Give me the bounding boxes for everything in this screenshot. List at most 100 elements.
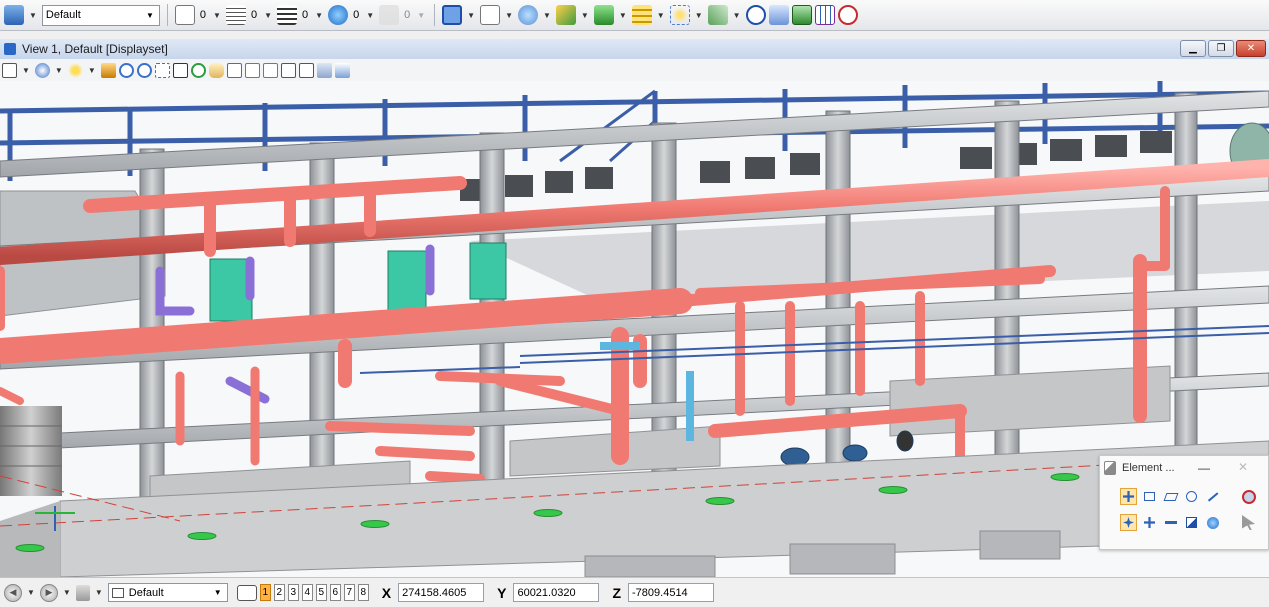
deselect-button[interactable] — [1240, 514, 1257, 531]
clip-volume-icon[interactable] — [298, 62, 314, 78]
pencil-dropdown[interactable]: ▼ — [733, 11, 741, 20]
individual-select-button[interactable] — [1120, 488, 1137, 505]
attributes-dropdown[interactable]: ▼ — [29, 11, 37, 20]
star-burst-dropdown[interactable]: ▼ — [695, 11, 703, 20]
pan-view-icon[interactable] — [208, 62, 224, 78]
add-mode-button[interactable] — [1141, 514, 1158, 531]
restore-button[interactable]: ❐ — [1208, 40, 1234, 57]
toggle-icon[interactable] — [791, 5, 812, 25]
block-select-button[interactable] — [1141, 488, 1158, 505]
arrow-pointer-icon — [1242, 515, 1255, 530]
view-attributes-dropdown[interactable]: ▼ — [22, 66, 30, 75]
color-icon[interactable] — [174, 5, 195, 25]
view-7-button[interactable]: 7 — [343, 584, 355, 601]
color-count: 0 — [199, 9, 207, 21]
view-groups-icon[interactable] — [236, 584, 257, 601]
back-button[interactable]: ◀ — [4, 583, 22, 602]
view-2-button[interactable]: 2 — [273, 584, 285, 601]
3d-viewport[interactable] — [0, 81, 1269, 577]
view-next-icon[interactable] — [262, 62, 278, 78]
document-dropdown[interactable]: ▼ — [505, 11, 513, 20]
display-style-dropdown[interactable]: ▼ — [55, 66, 63, 75]
view-5-button[interactable]: 5 — [315, 584, 327, 601]
new-mode-button[interactable] — [1120, 514, 1137, 531]
brush-dropdown[interactable]: ▼ — [95, 588, 103, 597]
close-button[interactable]: ✕ — [1236, 40, 1266, 57]
info-icon[interactable] — [745, 5, 766, 25]
rotate-view-icon[interactable] — [190, 62, 206, 78]
brush-icon[interactable] — [75, 584, 90, 601]
clear-selection-button[interactable] — [1240, 488, 1257, 505]
forward-button[interactable]: ▶ — [39, 583, 58, 602]
view-1-button[interactable]: 1 — [259, 584, 271, 601]
lighting-dropdown[interactable]: ▼ — [88, 66, 96, 75]
transparency-icon[interactable] — [328, 5, 349, 25]
line-weight-dropdown[interactable]: ▼ — [315, 11, 323, 20]
panel-minimize-button[interactable]: — — [1198, 461, 1210, 475]
grid-icon[interactable] — [814, 5, 835, 25]
parallelogram-icon — [1163, 492, 1178, 501]
raster-dropdown[interactable]: ▼ — [581, 11, 589, 20]
document-icon[interactable] — [480, 5, 501, 25]
attributes-icon[interactable] — [4, 5, 24, 25]
transparency-dropdown[interactable]: ▼ — [366, 11, 374, 20]
references-dropdown[interactable]: ▼ — [543, 11, 551, 20]
y-coordinate-field[interactable]: 60021.0320 — [513, 583, 600, 602]
references-icon[interactable] — [518, 5, 538, 25]
back-dropdown[interactable]: ▼ — [27, 588, 35, 597]
view-attributes-icon[interactable] — [2, 62, 17, 78]
no-entry-icon[interactable] — [837, 5, 858, 25]
fit-view-icon[interactable] — [172, 62, 188, 78]
copy-view-icon[interactable] — [280, 62, 296, 78]
subtract-mode-button[interactable] — [1162, 514, 1179, 531]
cube-dropdown[interactable]: ▼ — [467, 11, 475, 20]
models-dropdown[interactable]: ▼ — [619, 11, 627, 20]
levels-dropdown[interactable]: ▼ — [657, 11, 665, 20]
view-6-button[interactable]: 6 — [329, 584, 341, 601]
window-area-icon[interactable] — [154, 62, 170, 78]
line-weight-icon[interactable] — [277, 5, 298, 25]
pencil-icon[interactable] — [707, 5, 728, 25]
level-combo[interactable]: Default ▼ — [41, 4, 160, 26]
3d-cube-icon[interactable] — [442, 5, 463, 25]
camera-icon[interactable] — [316, 62, 332, 78]
walk-icon[interactable] — [226, 62, 242, 78]
selection-method-row — [1120, 488, 1221, 505]
minimize-button[interactable]: ▁ — [1180, 40, 1206, 57]
view-title: View 1, Default [Displayset] — [22, 42, 168, 56]
line-select-button[interactable] — [1204, 488, 1221, 505]
view-4-button[interactable]: 4 — [301, 584, 313, 601]
invert-mode-button[interactable] — [1183, 514, 1200, 531]
render-icon[interactable] — [334, 62, 350, 78]
element-selection-panel[interactable]: Element ... — ✕ — [1099, 455, 1269, 550]
select-all-button[interactable] — [1204, 514, 1221, 531]
models-icon[interactable] — [593, 5, 614, 25]
line-style-icon[interactable] — [225, 5, 246, 25]
view-8-button[interactable]: 8 — [357, 584, 369, 601]
view-previous-icon[interactable] — [244, 62, 260, 78]
shape-select-button[interactable] — [1162, 488, 1179, 505]
star-burst-icon[interactable] — [669, 5, 690, 25]
line-style-dropdown[interactable]: ▼ — [264, 11, 272, 20]
z-coordinate-field[interactable]: -7809.4514 — [628, 583, 715, 602]
forward-dropdown[interactable]: ▼ — [63, 588, 71, 597]
circle-select-button[interactable] — [1183, 488, 1200, 505]
levels-icon[interactable] — [631, 5, 652, 25]
zoom-in-icon[interactable] — [118, 62, 134, 78]
zoom-out-icon[interactable] — [136, 62, 152, 78]
display-style-icon[interactable] — [34, 62, 50, 78]
view-3-button[interactable]: 3 — [287, 584, 299, 601]
color-dropdown[interactable]: ▼ — [213, 11, 221, 20]
panel-close-button[interactable]: ✕ — [1238, 460, 1248, 474]
priority-dropdown[interactable]: ▼ — [417, 11, 425, 20]
raster-icon[interactable] — [555, 5, 576, 25]
priority-icon[interactable] — [379, 5, 400, 25]
update-view-icon[interactable] — [100, 62, 116, 78]
lighting-icon[interactable] — [67, 62, 83, 78]
model-combo[interactable]: Default ▼ — [107, 583, 228, 602]
key-in-icon[interactable] — [768, 5, 789, 25]
status-bar: ◀ ▼ ▶ ▼ ▼ Default ▼ 1 2 3 4 5 6 7 8 X 27… — [0, 577, 1269, 607]
view-window-titlebar[interactable]: View 1, Default [Displayset] ▁ ❐ ✕ — [0, 39, 1269, 59]
x-coordinate-field[interactable]: 274158.4605 — [398, 583, 485, 602]
storage-tank-left — [0, 406, 62, 496]
